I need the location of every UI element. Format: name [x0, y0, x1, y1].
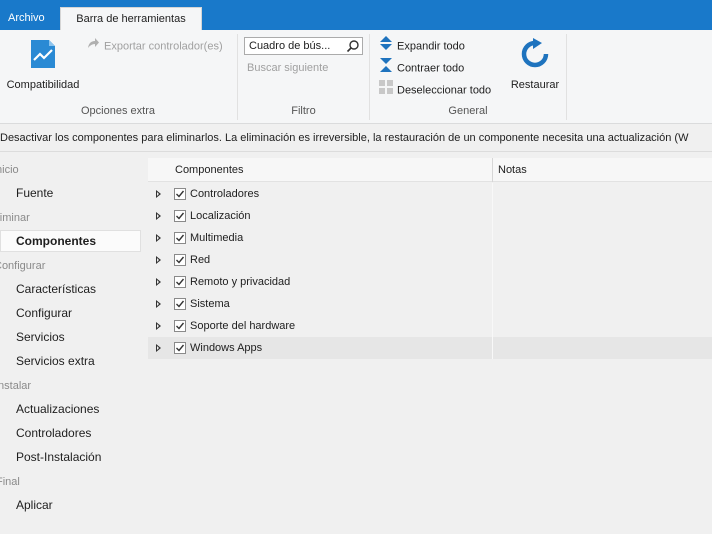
restore-label: Restaurar [510, 79, 560, 91]
expand-arrow-icon[interactable] [156, 344, 161, 352]
expand-all-label: Expandir todo [397, 40, 465, 53]
component-checkbox[interactable] [174, 320, 186, 332]
grid-header: Componentes Notas [148, 158, 712, 182]
nav-item-actualizaciones[interactable]: Actualizaciones [0, 398, 141, 420]
expand-arrow-icon[interactable] [156, 234, 161, 242]
component-name: Localización [190, 210, 251, 222]
search-icon[interactable] [346, 39, 360, 54]
nav-section-instalar: Instalar [0, 380, 32, 392]
expand-arrow-icon[interactable] [156, 300, 161, 308]
info-message: Desactivar los componentes para eliminar… [0, 124, 712, 152]
expand-arrow-icon[interactable] [156, 256, 161, 264]
deselect-all-button[interactable]: Deseleccionar todo [379, 80, 491, 100]
component-name: Windows Apps [190, 342, 263, 354]
component-name: Soporte del hardware [190, 320, 296, 332]
nav-item-servicios-extra[interactable]: Servicios extra [0, 350, 141, 372]
component-name: Sistema [190, 298, 230, 310]
search-placeholder: Cuadro de bús... [249, 40, 331, 52]
restore-button[interactable]: Restaurar [505, 38, 565, 91]
expand-arrow-icon[interactable] [156, 322, 161, 330]
refresh-icon [505, 38, 565, 73]
collapse-all-label: Contraer todo [397, 62, 465, 75]
expand-arrow-icon[interactable] [156, 278, 161, 286]
nav-section-final: Final [0, 476, 20, 488]
export-drivers-button[interactable]: Exportar controlador(es) [86, 36, 223, 56]
tab-file[interactable]: Archivo [0, 8, 53, 30]
expand-arrow-icon[interactable] [156, 212, 161, 220]
column-divider [492, 315, 493, 337]
component-checkbox[interactable] [174, 254, 186, 266]
column-divider [492, 183, 493, 205]
group-separator [566, 34, 567, 120]
tree-row[interactable]: Red [148, 249, 712, 271]
column-divider [492, 271, 493, 293]
nav-item-fuente[interactable]: Fuente [0, 182, 141, 204]
tree-row[interactable]: Sistema [148, 293, 712, 315]
nav-item-aplicar[interactable]: Aplicar [0, 494, 141, 516]
component-checkbox[interactable] [174, 232, 186, 244]
export-drivers-label: Exportar controlador(es) [104, 40, 223, 53]
nav-item-caracteristicas[interactable]: Características [0, 278, 141, 300]
find-next-button[interactable]: Buscar siguiente [247, 58, 328, 78]
component-checkbox[interactable] [174, 276, 186, 288]
nav-item-post-instalacion[interactable]: Post-Instalación [0, 446, 141, 468]
column-header-notes[interactable]: Notas [498, 158, 527, 182]
column-header-components[interactable]: Componentes [175, 158, 244, 182]
group-label-filter: Filtro [291, 105, 316, 117]
component-name: Controladores [190, 188, 260, 200]
deselect-all-label: Deseleccionar todo [397, 84, 492, 97]
nav-item-servicios[interactable]: Servicios [0, 326, 141, 348]
search-input[interactable]: Cuadro de bús... [244, 37, 363, 55]
nav-section-eliminar: Eliminar [0, 212, 30, 224]
grid-icon [379, 80, 393, 101]
tab-toolbar[interactable]: Barra de herramientas [60, 7, 202, 30]
tree-row[interactable]: Windows Apps [148, 337, 712, 359]
nav-section-configurar: Configurar [0, 260, 46, 272]
left-navigation: Inicio Fuente Eliminar Componentes Confi… [0, 152, 148, 534]
tree-row[interactable]: Controladores [148, 183, 712, 205]
column-divider [492, 249, 493, 271]
expand-arrow-icon[interactable] [156, 190, 161, 198]
component-checkbox[interactable] [174, 188, 186, 200]
ribbon-tab-bar: Archivo Barra de herramientas [0, 0, 712, 30]
expand-icon [379, 36, 393, 57]
group-label-extra: Opciones extra [81, 105, 155, 117]
collapse-all-button[interactable]: Contraer todo [379, 58, 464, 78]
expand-all-button[interactable]: Expandir todo [379, 36, 465, 56]
column-divider [492, 337, 493, 359]
nav-item-componentes[interactable]: Componentes [0, 230, 141, 252]
compatibility-button[interactable]: Compatibilidad [2, 38, 84, 91]
component-checkbox[interactable] [174, 298, 186, 310]
ribbon: Compatibilidad Exportar controlador(es) … [0, 30, 712, 124]
components-tree-grid: Componentes Notas Controladores Localizac… [148, 158, 712, 534]
column-divider [492, 227, 493, 249]
column-divider [492, 205, 493, 227]
nav-section-inicio: Inicio [0, 164, 19, 176]
export-arrow-icon [86, 36, 100, 57]
compatibility-label: Compatibilidad [6, 79, 80, 91]
nav-item-controladores[interactable]: Controladores [0, 422, 141, 444]
component-name: Red [190, 254, 211, 266]
nav-item-configurar[interactable]: Configurar [0, 302, 141, 324]
component-name: Multimedia [190, 232, 244, 244]
tree-row[interactable]: Soporte del hardware [148, 315, 712, 337]
collapse-icon [379, 58, 393, 79]
tree-row[interactable]: Remoto y privacidad [148, 271, 712, 293]
component-checkbox[interactable] [174, 342, 186, 354]
tree-row[interactable]: Multimedia [148, 227, 712, 249]
component-name: Remoto y privacidad [190, 276, 291, 288]
component-checkbox[interactable] [174, 210, 186, 222]
compatibility-icon [2, 38, 84, 73]
column-divider[interactable] [492, 158, 493, 182]
tree-row[interactable]: Localización [148, 205, 712, 227]
column-divider [492, 293, 493, 315]
group-label-general: General [448, 105, 488, 117]
